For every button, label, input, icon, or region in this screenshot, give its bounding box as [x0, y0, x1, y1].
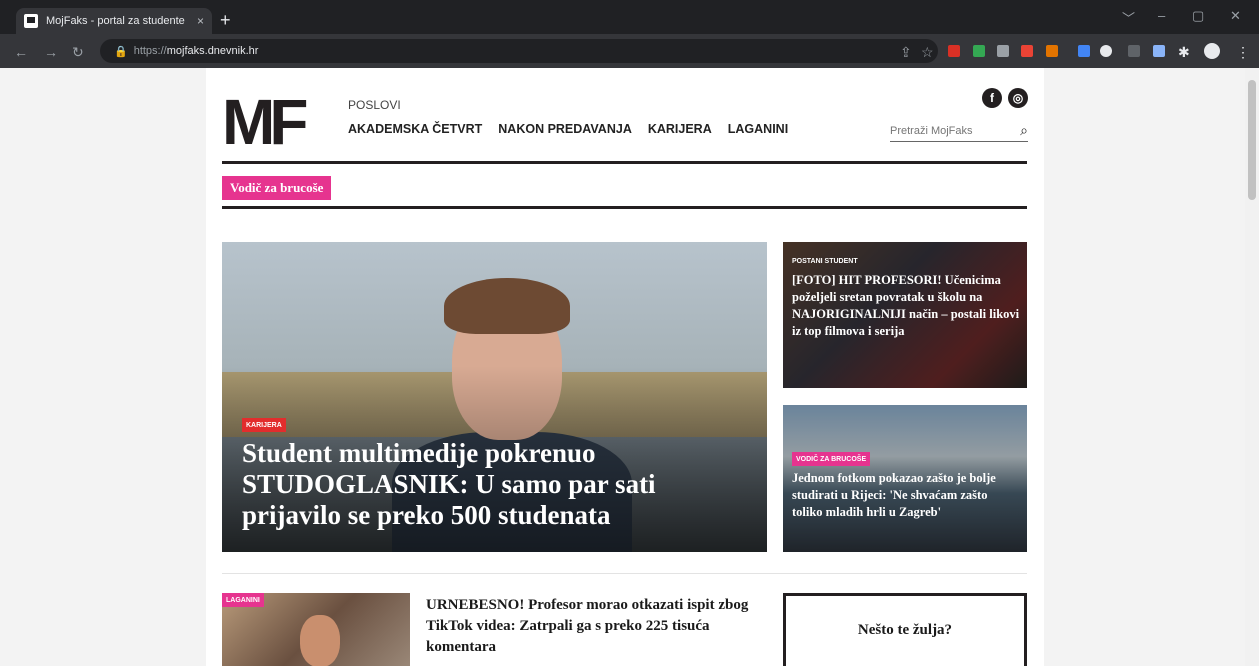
extension-orange-icon[interactable] [1046, 45, 1058, 57]
browser-menu-icon[interactable]: ⋮ [1236, 44, 1250, 61]
side-article-card[interactable]: POSTANI STUDENT [FOTO] HIT PROFESORI! Uč… [783, 242, 1027, 388]
url-host: mojfaks.dnevnik.hr [166, 45, 259, 57]
section-divider [222, 573, 1027, 574]
extension-pdf-icon[interactable] [948, 45, 960, 57]
tab-search-icon[interactable]: ﹀ [1122, 8, 1135, 27]
minimize-button[interactable]: – [1158, 8, 1165, 23]
hero-category-badge[interactable]: KARIJERA [242, 418, 286, 432]
article-category-badge[interactable]: LAGANINI [222, 593, 264, 607]
thumbnail-person [300, 615, 340, 666]
browser-tab-bar: MojFaks - portal za studente × + ﹀ – ▢ ✕ [0, 0, 1259, 34]
social-links: f ◎ [982, 88, 1028, 108]
card-title[interactable]: [FOTO] HIT PROFESORI! Učenicima poželjel… [792, 272, 1020, 340]
nav-link-poslovi[interactable]: POSLOVI [348, 98, 401, 112]
extension-circle-icon[interactable] [1100, 45, 1112, 57]
instagram-icon[interactable]: ◎ [1008, 88, 1028, 108]
extension-gray-icon[interactable] [997, 45, 1009, 57]
extension-red-icon[interactable] [1021, 45, 1033, 57]
close-window-button[interactable]: ✕ [1230, 8, 1241, 24]
share-icon[interactable]: ⇪ [900, 44, 912, 61]
article-thumbnail[interactable]: LAGANINI [222, 593, 410, 666]
site-logo[interactable]: MF [222, 90, 308, 154]
lock-icon: 🔒 [114, 45, 128, 58]
card-category-label[interactable]: POSTANI STUDENT [792, 254, 858, 268]
vodic-za-brucose-link[interactable]: Vodič za brucoše [222, 176, 332, 200]
url-scheme: https:// [133, 45, 167, 57]
page-viewport: MF POSLOVI AKADEMSKA ČETVRT NAKON PREDAV… [0, 68, 1259, 666]
site-favicon-icon [24, 14, 38, 28]
main-nav: AKADEMSKA ČETVRT NAKON PREDAVANJA KARIJE… [348, 122, 788, 136]
side-article-card[interactable]: VODIČ ZA BRUCOŠE Jednom fotkom pokazao z… [783, 405, 1027, 552]
scrollbar-thumb[interactable] [1248, 80, 1256, 200]
profile-avatar[interactable] [1204, 43, 1220, 59]
subheader-divider [222, 206, 1027, 209]
header-divider [222, 161, 1027, 164]
browser-toolbar: ← → ↻ 🔒 https://mojfaks.dnevnik.hr ⇪ ☆ ✱… [0, 34, 1259, 68]
forward-icon[interactable]: → [44, 44, 58, 60]
site-search: ⌕ [890, 120, 1028, 142]
new-tab-button[interactable]: + [220, 10, 231, 31]
address-bar[interactable]: 🔒 https://mojfaks.dnevnik.hr [100, 39, 938, 63]
extension-formula-icon[interactable] [1128, 45, 1140, 57]
bookmark-star-icon[interactable]: ☆ [921, 44, 934, 61]
extension-sheet-icon[interactable] [973, 45, 985, 57]
nav-link-laganini[interactable]: LAGANINI [728, 122, 788, 136]
tab-title: MojFaks - portal za studente [46, 15, 185, 27]
nav-link-nakon-predavanja[interactable]: NAKON PREDAVANJA [498, 122, 632, 136]
page-content: MF POSLOVI AKADEMSKA ČETVRT NAKON PREDAV… [206, 68, 1044, 666]
article-title[interactable]: URNEBESNO! Profesor morao otkazati ispit… [426, 595, 771, 658]
reload-icon[interactable]: ↻ [72, 44, 84, 61]
nav-link-karijera[interactable]: KARIJERA [648, 122, 712, 136]
promo-box[interactable]: Nešto te žulja? [783, 593, 1027, 666]
extensions-puzzle-icon[interactable]: ✱ [1178, 44, 1190, 61]
tab-close-icon[interactable]: × [197, 14, 204, 28]
facebook-icon[interactable]: f [982, 88, 1002, 108]
hero-article[interactable]: KARIJERA Student multimedije pokrenuo ST… [222, 242, 767, 552]
extension-blue-icon[interactable] [1153, 45, 1165, 57]
extension-calendar-icon[interactable] [1078, 45, 1090, 57]
browser-tab[interactable]: MojFaks - portal za studente × [16, 8, 212, 34]
hero-title[interactable]: Student multimedije pokrenuo STUDOGLASNI… [242, 438, 742, 531]
search-input[interactable] [890, 124, 990, 137]
nav-link-akademska-cetvrt[interactable]: AKADEMSKA ČETVRT [348, 122, 482, 136]
search-icon[interactable]: ⌕ [1020, 122, 1028, 139]
maximize-button[interactable]: ▢ [1192, 8, 1204, 24]
promo-box-title: Nešto te žulja? [857, 622, 953, 638]
back-icon[interactable]: ← [14, 44, 28, 60]
card-category-badge[interactable]: VODIČ ZA BRUCOŠE [792, 452, 871, 466]
card-title[interactable]: Jednom fotkom pokazao zašto je bolje stu… [792, 470, 1020, 521]
vertical-scrollbar[interactable] [1245, 68, 1259, 666]
